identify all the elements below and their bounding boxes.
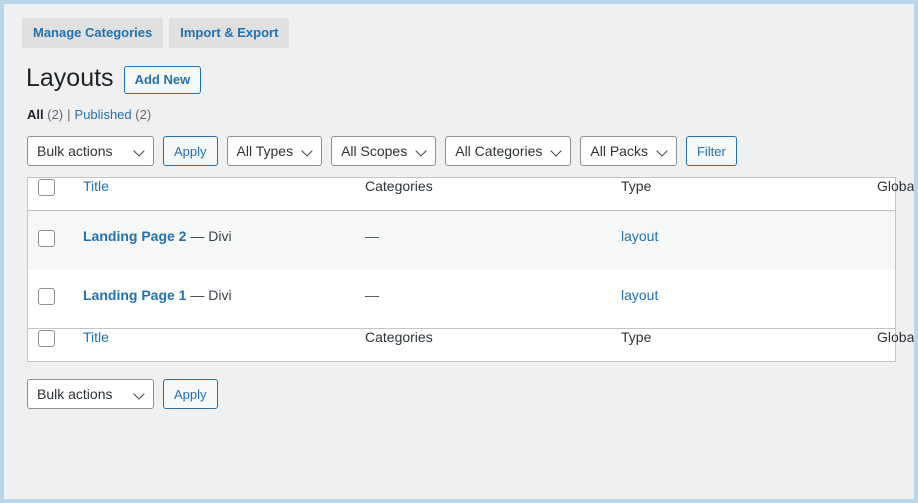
row-categories-cell: — xyxy=(365,211,621,270)
all-scopes-select-label: All Scopes xyxy=(341,143,408,160)
column-header-categories: Categories xyxy=(365,178,433,195)
table-head: Title Categories Type Global xyxy=(28,178,918,211)
row-categories-value: — xyxy=(365,228,379,245)
row-checkbox-cell xyxy=(28,211,83,270)
select-all-checkbox-bottom[interactable] xyxy=(38,329,55,347)
table-body: Landing Page 2 — Divi — layout Landing P… xyxy=(28,210,895,329)
column-footer-global: Global xyxy=(877,329,918,346)
table-footer-row: Title Categories Type Global xyxy=(28,328,918,362)
row-checkbox[interactable] xyxy=(38,229,55,247)
all-categories-select[interactable]: All Categories xyxy=(445,136,572,167)
chevron-down-icon xyxy=(302,146,313,157)
row-title-link[interactable]: Landing Page 2 xyxy=(83,228,186,244)
chevron-down-icon xyxy=(134,389,145,400)
apply-button-top[interactable]: Apply xyxy=(163,136,218,167)
layouts-admin-page: Manage Categories Import & Export Layout… xyxy=(4,4,914,499)
subnav-tab-import-export[interactable]: Import & Export xyxy=(169,18,290,48)
row-categories-cell: — xyxy=(365,270,621,329)
column-footer-title-link[interactable]: Title xyxy=(83,329,109,345)
row-type-cell: layout xyxy=(621,270,877,329)
select-all-footer-cell xyxy=(28,329,83,362)
status-count-published: (2) xyxy=(135,107,152,122)
subnav-tab-manage-categories[interactable]: Manage Categories xyxy=(22,18,164,48)
tablenav-top: Bulk actions Apply All Types All Scopes … xyxy=(4,124,914,167)
bulk-actions-select-top[interactable]: Bulk actions xyxy=(27,136,154,167)
status-link-all[interactable]: All xyxy=(27,107,44,122)
subnav-tabs: Manage Categories Import & Export xyxy=(4,4,914,48)
select-all-checkbox-top[interactable] xyxy=(38,178,55,196)
bulk-actions-select-top-label: Bulk actions xyxy=(37,143,113,160)
layouts-table-container: Title Categories Type Global Landing Pag… xyxy=(27,177,918,363)
row-title-cell: Landing Page 1 — Divi xyxy=(83,270,365,329)
table-row: Landing Page 1 — Divi — layout xyxy=(28,270,895,329)
column-footer-title: Title xyxy=(83,329,365,362)
column-footer-type: Type xyxy=(621,329,652,346)
bulk-actions-select-bottom-label: Bulk actions xyxy=(37,386,113,403)
column-header-title: Title xyxy=(83,178,365,211)
select-all-header-cell xyxy=(28,178,83,211)
row-title-suffix: — Divi xyxy=(190,228,232,245)
all-scopes-select[interactable]: All Scopes xyxy=(331,136,437,167)
add-new-button[interactable]: Add New xyxy=(123,66,202,94)
row-title-suffix: — Divi xyxy=(190,286,232,303)
page-title: Layouts xyxy=(26,64,114,92)
chevron-down-icon xyxy=(657,146,668,157)
all-packs-select-label: All Packs xyxy=(590,143,648,160)
bulk-actions-select-bottom[interactable]: Bulk actions xyxy=(27,379,154,410)
row-global-cell xyxy=(877,211,895,270)
table-row: Landing Page 2 — Divi — layout xyxy=(28,210,895,270)
column-footer-categories: Categories xyxy=(365,329,433,346)
status-link-published[interactable]: Published xyxy=(75,107,132,122)
all-types-select-label: All Types xyxy=(236,143,294,160)
tablenav-bottom: Bulk actions Apply xyxy=(4,362,914,410)
table-header-row: Title Categories Type Global xyxy=(28,178,918,211)
table-foot: Title Categories Type Global xyxy=(28,328,918,362)
row-type-link[interactable]: layout xyxy=(621,287,658,303)
row-global-cell xyxy=(877,270,895,329)
all-categories-select-label: All Categories xyxy=(455,143,543,160)
row-type-cell: layout xyxy=(621,211,877,270)
column-header-title-link[interactable]: Title xyxy=(83,178,109,194)
row-categories-value: — xyxy=(365,286,379,303)
browser-viewport-frame: Manage Categories Import & Export Layout… xyxy=(0,0,918,503)
row-checkbox-cell xyxy=(28,270,83,329)
row-type-link[interactable]: layout xyxy=(621,228,658,244)
status-filter-links: All (2) | Published (2) xyxy=(4,93,914,124)
filter-button[interactable]: Filter xyxy=(685,136,737,167)
layouts-table: Title Categories Type Global Landing Pag… xyxy=(28,178,918,362)
status-count-all: (2) xyxy=(47,107,64,122)
chevron-down-icon xyxy=(134,146,145,157)
row-checkbox[interactable] xyxy=(38,288,55,306)
all-packs-select[interactable]: All Packs xyxy=(580,136,677,167)
row-title-link[interactable]: Landing Page 1 xyxy=(83,287,186,303)
apply-button-bottom[interactable]: Apply xyxy=(163,379,218,410)
chevron-down-icon xyxy=(551,146,562,157)
status-link-separator: | xyxy=(67,107,71,122)
all-types-select[interactable]: All Types xyxy=(226,136,323,167)
chevron-down-icon xyxy=(416,146,427,157)
row-title-cell: Landing Page 2 — Divi xyxy=(83,211,365,270)
column-header-global: Global xyxy=(877,178,918,195)
page-title-row: Layouts Add New xyxy=(4,48,914,94)
column-header-type: Type xyxy=(621,178,652,195)
